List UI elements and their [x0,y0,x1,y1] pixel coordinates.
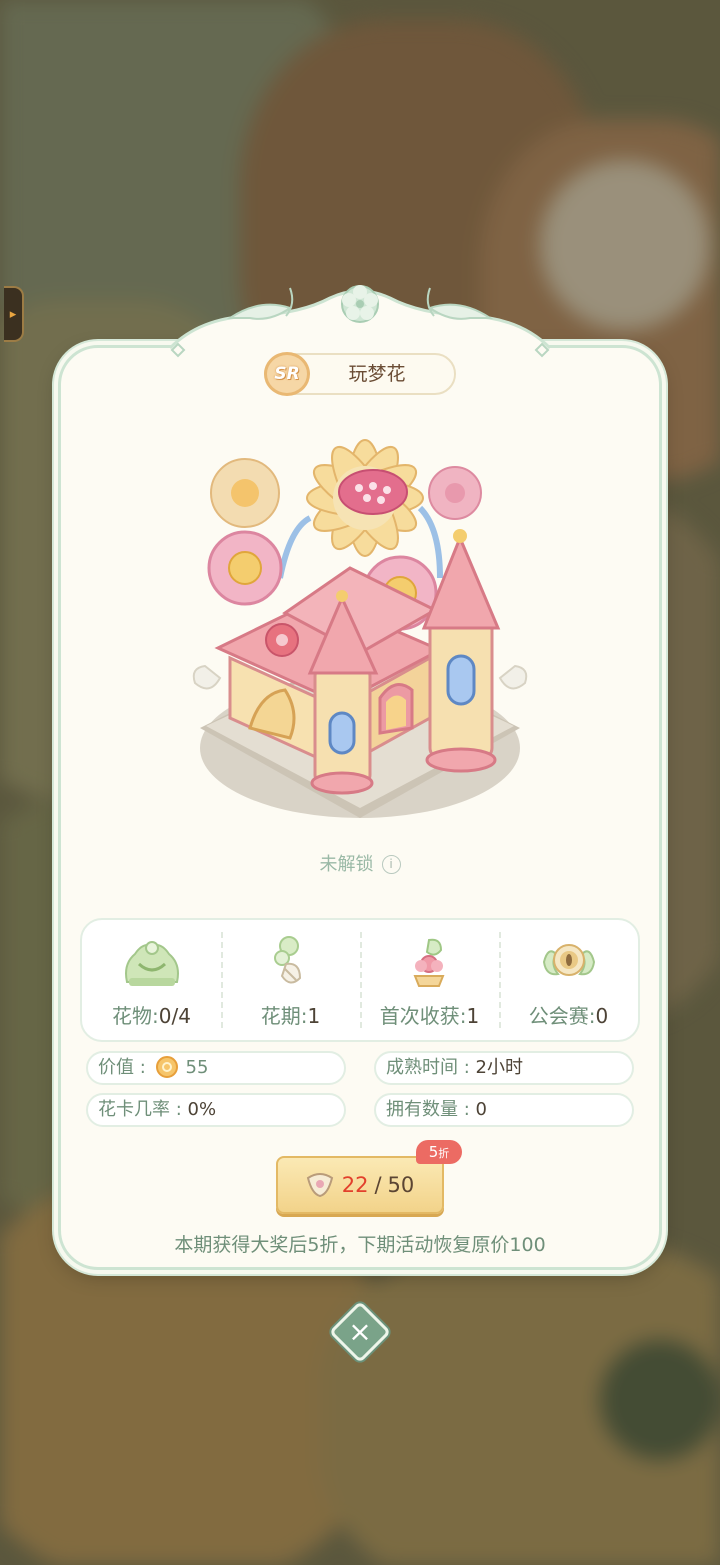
stat-label: 花期:1 [260,1004,321,1028]
flower-token-icon [306,1173,333,1198]
close-icon[interactable]: × [338,1310,382,1354]
lock-status-row: 未解锁 i [0,850,720,876]
purchase-button[interactable]: 22 / 50 [276,1156,444,1214]
discount-badge: 5折 [416,1140,462,1164]
token-separator: / [374,1173,382,1197]
harvest-icon [413,938,444,987]
card-rate-pill: 花卡几率 : 0% [86,1093,346,1127]
owned-count-pill: 拥有数量 : 0 [374,1093,634,1127]
flower-bud-icon [273,936,301,984]
price-note: 本期获得大奖后5折，下期活动恢复原价100 [174,1234,546,1256]
flower-castle-illustration [192,439,528,818]
stats-panel: 花物:0/4 花期:1 首次收获:1 公会赛:0 [80,918,640,1042]
stat-label: 花物:0/4 [112,1004,191,1028]
guild-badge-icon [542,944,595,976]
mature-time-pill: 成熟时间 : 2小时 [374,1051,634,1085]
info-icon[interactable]: i [381,855,401,874]
stat-label: 首次收获:1 [379,1004,480,1028]
item-name: 玩梦花 [348,363,406,385]
lock-status-text: 未解锁 [319,854,374,875]
flower-plant-icon [124,941,179,986]
token-total: 50 [387,1173,415,1197]
stat-flower-items: 花物:0/4 [82,920,221,1040]
panel-top-ornament [168,285,552,358]
stat-label: 公会赛:0 [528,1004,609,1028]
value-pill: 价值 : 55 [86,1051,346,1085]
coin-icon [155,1056,178,1078]
token-current: 22 [341,1173,369,1197]
stat-flowering: 花期:1 [221,920,360,1040]
stat-guild-match: 公会赛:0 [499,920,638,1040]
stat-first-harvest: 首次收获:1 [360,920,499,1040]
rarity-badge: SR [264,352,310,396]
